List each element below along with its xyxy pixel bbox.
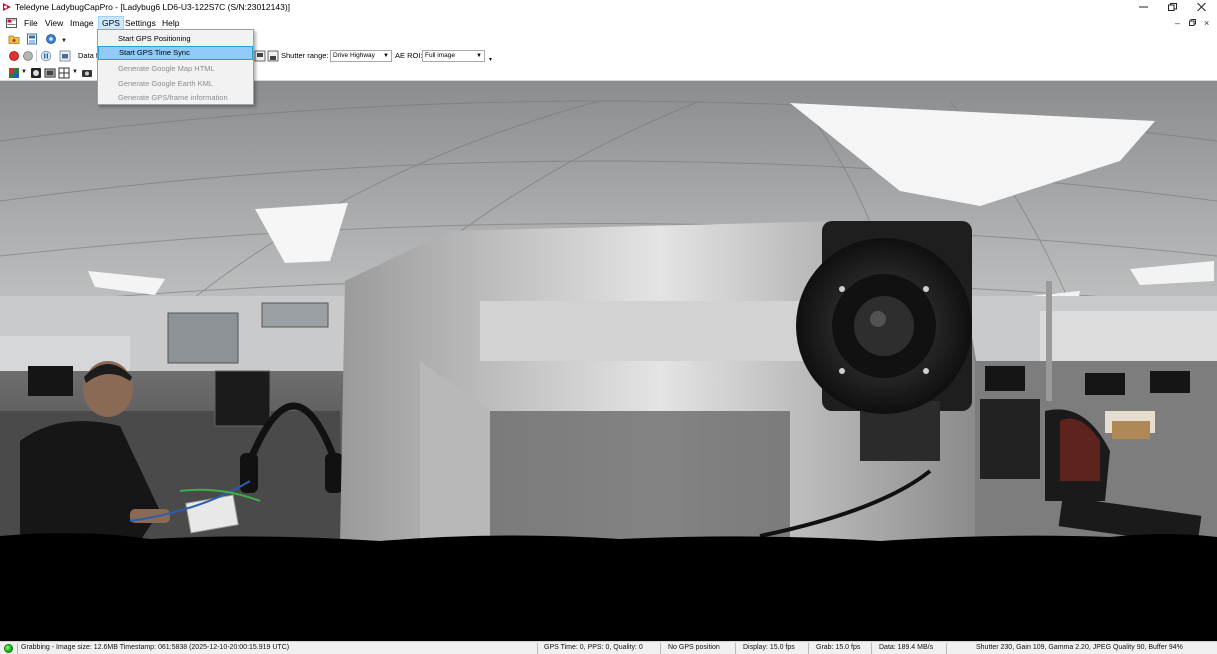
restore-icon [1189, 19, 1196, 26]
status-separator [808, 643, 809, 654]
view-mode-icon[interactable] [30, 67, 42, 79]
mdi-minimize-button[interactable]: – [1175, 18, 1180, 28]
menu-generate-google-earth-kml: Generate Google Earth KML [118, 79, 214, 88]
window-title: Teledyne LadybugCapPro - [Ladybug6 LD6-U… [15, 2, 291, 12]
status-separator [660, 643, 661, 654]
toolbar-overflow-icon[interactable]: ▾ [489, 56, 492, 63]
status-grab-fps: Grab: 15.0 fps [816, 644, 861, 651]
menu-file[interactable]: File [21, 16, 41, 30]
menu-image[interactable]: Image [67, 16, 97, 30]
status-camera-settings: Shutter 230, Gain 109, Gamma 2.20, JPEG … [976, 644, 1183, 651]
ae-roi-value: Full image [425, 52, 455, 59]
record-icon[interactable] [8, 50, 20, 62]
menu-generate-google-map-html: Generate Google Map HTML [118, 64, 215, 73]
menu-settings[interactable]: Settings [122, 16, 159, 30]
mdi-close-button[interactable]: × [1204, 18, 1209, 28]
panorama-image [0, 81, 1217, 641]
export-icon[interactable] [267, 50, 279, 62]
status-display-fps: Display: 15.0 fps [743, 644, 795, 651]
color-mode-icon[interactable] [8, 67, 20, 79]
minimize-button[interactable] [1129, 0, 1157, 14]
camera-settings-icon[interactable] [45, 33, 57, 45]
chevron-down-icon[interactable]: ▼ [21, 69, 27, 75]
status-gps-position: No GPS position [668, 644, 720, 651]
menu-help[interactable]: Help [159, 16, 182, 30]
panorama-viewer[interactable] [0, 81, 1217, 641]
status-data-rate: Data: 189.4 MB/s [879, 644, 934, 651]
mdi-restore-button[interactable] [1189, 18, 1196, 28]
close-button[interactable] [1187, 0, 1215, 14]
chevron-down-icon: ▼ [476, 53, 482, 59]
chevron-down-icon[interactable]: ▼ [61, 38, 67, 44]
shutter-range-value: Drive Highway [333, 52, 375, 59]
menu-start-gps-positioning[interactable]: Start GPS Positioning [98, 32, 253, 46]
data-label: Data f [78, 51, 99, 60]
camera-icon[interactable] [81, 67, 93, 79]
status-separator [735, 643, 736, 654]
ladybug-app-icon [3, 3, 11, 11]
snapshot-icon[interactable] [59, 50, 71, 62]
ae-roi-label: AE ROI: [395, 51, 423, 60]
stop-icon[interactable] [22, 50, 34, 62]
status-separator [537, 643, 538, 654]
pause-icon[interactable] [40, 50, 52, 62]
document-icon [6, 18, 17, 28]
menu-start-gps-time-sync[interactable]: Start GPS Time Sync [98, 46, 253, 60]
save-image-icon[interactable] [254, 50, 266, 62]
shutter-range-label: Shutter range: [281, 51, 329, 60]
chevron-down-icon[interactable]: ▼ [72, 69, 78, 75]
toolbar-separator [36, 50, 37, 62]
status-gps-time: GPS Time: 0, PPS: 0, Quality: 0 [544, 644, 643, 651]
close-icon [1196, 2, 1206, 12]
status-grabbing: Grabbing - Image size: 12.6MB Timestamp:… [21, 644, 290, 651]
restore-button[interactable] [1158, 0, 1186, 14]
status-indicator-icon [4, 644, 13, 653]
menu-generate-gps-frame-information: Generate GPS/frame information [118, 93, 228, 102]
restore-icon [1167, 3, 1177, 11]
status-separator [17, 643, 18, 654]
status-bar: Grabbing - Image size: 12.6MB Timestamp:… [0, 641, 1217, 654]
ae-roi-select[interactable]: Full image ▼ [422, 50, 485, 62]
minimize-icon [1138, 6, 1148, 8]
status-separator [946, 643, 947, 654]
save-stream-icon[interactable] [26, 33, 38, 45]
open-folder-icon[interactable] [8, 33, 20, 45]
gps-dropdown-menu: Start GPS Positioning Start GPS Time Syn… [97, 29, 254, 105]
chevron-down-icon: ▼ [383, 53, 389, 59]
shutter-range-select[interactable]: Drive Highway ▼ [330, 50, 392, 62]
menu-gps[interactable]: GPS [98, 16, 124, 30]
status-separator [871, 643, 872, 654]
grid-view-icon[interactable] [58, 67, 70, 79]
menu-view[interactable]: View [42, 16, 66, 30]
title-bar: Teledyne LadybugCapPro - [Ladybug6 LD6-U… [0, 0, 1217, 15]
panorama-view-icon[interactable] [44, 67, 56, 79]
